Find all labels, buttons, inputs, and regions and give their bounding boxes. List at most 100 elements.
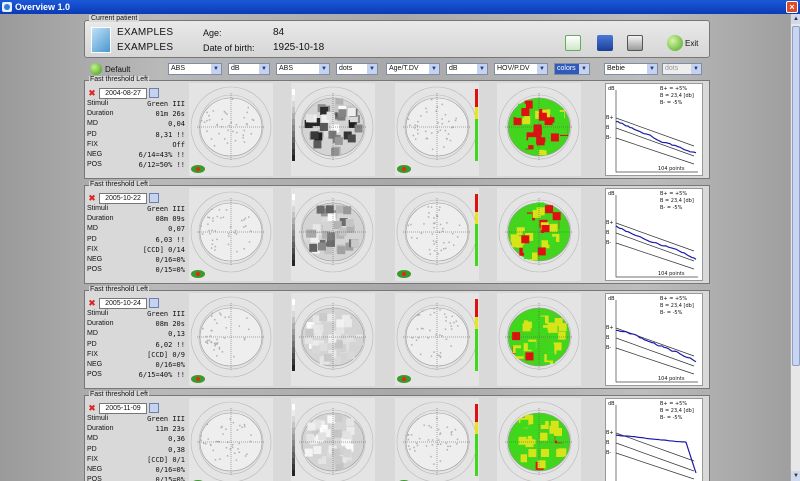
- export-icon[interactable]: [565, 35, 581, 51]
- patient-photo: [91, 27, 111, 53]
- select-7[interactable]: HOV/P.DV: [494, 63, 548, 75]
- stat-value: 0,07: [168, 225, 185, 234]
- stat-value: 11m 23s: [155, 425, 185, 434]
- values-map[interactable]: [189, 188, 273, 281]
- stat-label: Stimuli: [87, 415, 109, 422]
- deviation-map[interactable]: [395, 188, 479, 281]
- graph-db-label: dB: [608, 401, 615, 407]
- remove-icon[interactable]: ✖: [87, 298, 97, 308]
- cumulative-curve-graph[interactable]: B+ = +5% B = 23,4 [db] B- = -5% dB 104 p…: [605, 83, 703, 176]
- stat-value: 6/15=40% !!: [138, 371, 185, 380]
- values-map[interactable]: [189, 293, 273, 386]
- stat-row: NEG 0/16=0%: [87, 465, 187, 475]
- stat-label: FIX: [87, 350, 98, 358]
- color-map[interactable]: [497, 398, 581, 481]
- deviation-map[interactable]: [395, 83, 479, 176]
- date-row: ✖ 2004-08-27: [87, 87, 187, 99]
- values-map[interactable]: [189, 398, 273, 481]
- select-4[interactable]: dots: [336, 63, 378, 75]
- select-5[interactable]: Age/T.DV: [386, 63, 440, 75]
- select-6[interactable]: dB: [446, 63, 488, 75]
- stat-value: 0,13: [168, 330, 185, 339]
- stat-value: Off: [172, 140, 185, 149]
- stat-label: PD: [87, 130, 97, 138]
- test-stats: ✖ 2004-08-27 Stimuli Green III Duration 01m…: [87, 87, 187, 176]
- stat-value: 0,04: [168, 120, 185, 129]
- greyscale-map[interactable]: [291, 293, 375, 386]
- stat-value: Green III: [147, 310, 185, 318]
- stat-label: MD: [87, 330, 98, 338]
- remove-icon[interactable]: ✖: [87, 403, 97, 413]
- deviation-map[interactable]: [395, 398, 479, 481]
- stat-label: PD: [87, 445, 97, 453]
- greyscale-map[interactable]: [291, 398, 375, 481]
- scroll-down-button[interactable]: ▼: [791, 471, 800, 481]
- stat-label: Stimuli: [87, 310, 109, 317]
- test-date-field[interactable]: 2005-10-22: [99, 192, 147, 204]
- exit-icon[interactable]: [667, 35, 683, 51]
- color-map[interactable]: [497, 293, 581, 386]
- default-button[interactable]: Default: [90, 62, 130, 76]
- greyscale-map[interactable]: [291, 83, 375, 176]
- remove-icon[interactable]: ✖: [87, 193, 97, 203]
- scroll-up-button[interactable]: ▲: [791, 14, 800, 24]
- stat-row: PD 6,03 !!: [87, 235, 187, 245]
- save-icon[interactable]: [597, 35, 613, 51]
- cumulative-curve-graph[interactable]: B+ = +5% B = 23,4 [db] B- = -5% dB 104 p…: [605, 398, 703, 481]
- stat-row: Stimuli Green III: [87, 414, 187, 424]
- cumulative-curve-graph[interactable]: B+ = +5% B = 23,4 [db] B- = -5% dB 104 p…: [605, 293, 703, 386]
- graph-b-plus-label: B+ = +5%: [660, 86, 688, 92]
- remove-icon[interactable]: ✖: [87, 88, 97, 98]
- cumulative-curve-graph[interactable]: B+ = +5% B = 23,4 [db] B- = -5% dB 104 p…: [605, 188, 703, 281]
- graph-db-label: dB: [608, 86, 615, 92]
- exit-label[interactable]: Exit: [685, 39, 698, 48]
- select-8[interactable]: colors: [554, 63, 590, 75]
- print-icon[interactable]: [627, 35, 643, 51]
- test-stats: ✖ 2005-11-09 Stimuli Green III Duration 11m…: [87, 402, 187, 481]
- scroll-thumb[interactable]: [792, 26, 800, 366]
- stat-row: PD 0,38: [87, 445, 187, 455]
- calendar-icon[interactable]: [149, 298, 159, 308]
- stat-row: MD 0,36: [87, 434, 187, 444]
- stat-value: 08m 09s: [155, 215, 185, 224]
- stat-row: FIX [CCD] 0/1: [87, 455, 187, 465]
- stat-row: Duration 01m 26s: [87, 109, 187, 119]
- test-date-field[interactable]: 2005-11-09: [99, 402, 147, 414]
- color-map[interactable]: [497, 83, 581, 176]
- select-2[interactable]: dB: [228, 63, 270, 75]
- date-row: ✖ 2005-11-09: [87, 402, 187, 414]
- select-9[interactable]: Bebie: [604, 63, 658, 75]
- graph-b-label: B = 23,4 [db]: [660, 303, 694, 309]
- date-row: ✖ 2005-10-22: [87, 192, 187, 204]
- stat-label: PD: [87, 235, 97, 243]
- calendar-icon[interactable]: [149, 403, 159, 413]
- graph-points-label: 104 points: [658, 271, 685, 277]
- color-map[interactable]: [497, 188, 581, 281]
- stat-value: 6/14=43% !!: [138, 150, 185, 159]
- calendar-icon[interactable]: [149, 193, 159, 203]
- graph-bb-label: B: [606, 125, 610, 131]
- graph-bb-label: B: [606, 230, 610, 236]
- deviation-map[interactable]: [395, 293, 479, 386]
- select-10[interactable]: dots: [662, 63, 702, 75]
- window-title: Overview 1.0: [15, 2, 71, 12]
- stat-value: 0/15=0%: [155, 266, 185, 275]
- select-1[interactable]: ABS: [168, 63, 222, 75]
- vertical-scrollbar[interactable]: ▲ ▼: [790, 14, 800, 481]
- close-button[interactable]: ×: [786, 1, 798, 13]
- greyscale-map[interactable]: [291, 188, 375, 281]
- stat-row: POS 0/15=0%: [87, 265, 187, 275]
- test-panel: Fast threshold Left ✖ 2005-10-24 Stimuli…: [84, 286, 710, 389]
- test-date-field[interactable]: 2005-10-24: [99, 297, 147, 309]
- stat-value: [CCD] 0/9: [147, 350, 185, 359]
- select-3[interactable]: ABS: [276, 63, 330, 75]
- test-date-field[interactable]: 2004-08-27: [99, 87, 147, 99]
- values-map[interactable]: [189, 83, 273, 176]
- graph-bp-label: B+: [606, 115, 614, 121]
- stat-label: Duration: [87, 425, 114, 433]
- calendar-icon[interactable]: [149, 88, 159, 98]
- stat-value: 0/16=0%: [155, 360, 185, 369]
- stat-row: Duration 11m 23s: [87, 424, 187, 434]
- display-toolbar: Default ABS dB ABS dots Age/T.DV dB HOV/…: [84, 62, 710, 76]
- age-value: 84: [273, 27, 285, 38]
